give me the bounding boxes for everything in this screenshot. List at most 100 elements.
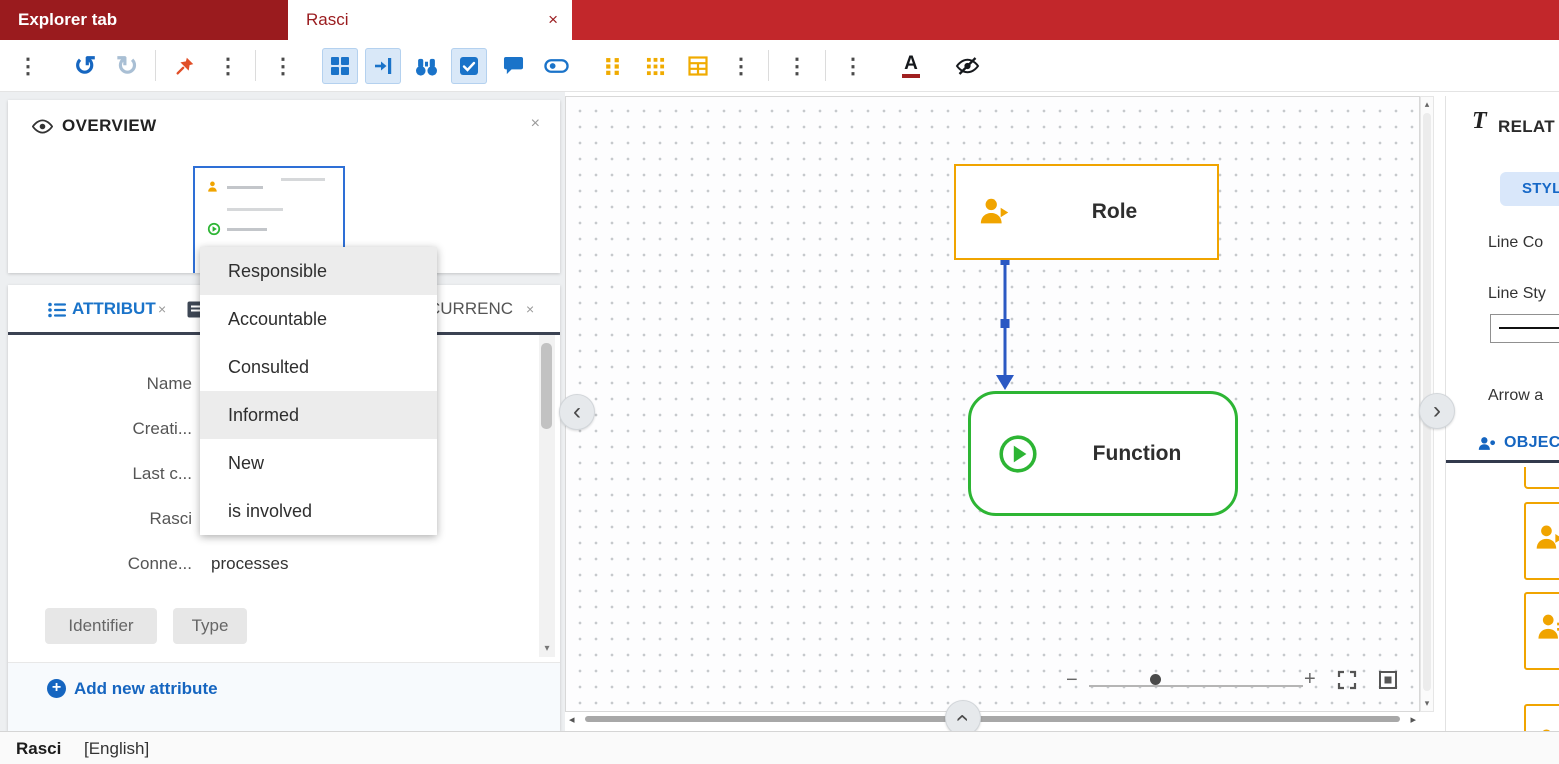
line-style-sample [1499, 327, 1559, 329]
identifier-button[interactable]: Identifier [45, 608, 157, 644]
undo-button[interactable]: ↺ [67, 48, 103, 84]
kebab-icon: ⋮ [731, 56, 752, 77]
dropdown-item-accountable[interactable]: Accountable [200, 295, 437, 343]
eye-slash-icon [955, 56, 980, 76]
object-tile-person-type[interactable] [1524, 592, 1559, 670]
collapse-right-panel-button[interactable]: › [1419, 393, 1455, 429]
binoculars-search-button[interactable] [408, 48, 444, 84]
tab-attributes[interactable]: ATTRIBUT [72, 299, 156, 319]
close-icon[interactable]: × [531, 116, 540, 132]
zoom-slider[interactable] [1089, 685, 1303, 687]
scroll-down-icon[interactable]: ▾ [1421, 698, 1433, 709]
overflow-menu-button[interactable]: ⋮ [10, 48, 46, 84]
grid-dots-2x3-icon [605, 57, 620, 76]
tab-style[interactable]: STYL [1500, 172, 1559, 206]
checkbox-button[interactable] [451, 48, 487, 84]
overflow-menu-button[interactable]: ⋮ [779, 48, 815, 84]
zoom-slider-knob[interactable] [1150, 674, 1161, 685]
canvas-horizontal-scrollbar[interactable]: ◂ ▸ [565, 711, 1420, 727]
status-model-name: Rasci [16, 739, 61, 759]
function-play-icon [997, 433, 1039, 475]
overview-panel-title: OVERVIEW [62, 116, 157, 136]
kebab-icon: ⋮ [843, 56, 864, 77]
model-canvas[interactable]: Role Function − + [565, 96, 1420, 712]
redo-button[interactable]: ↻ [109, 48, 145, 84]
status-bar: Rasci [English] [0, 731, 1559, 764]
zoom-in-button[interactable]: + [1304, 669, 1316, 689]
toolbar-separator [255, 50, 256, 81]
scroll-down-icon[interactable]: ▾ [539, 643, 555, 654]
overflow-menu-button[interactable]: ⋮ [210, 48, 246, 84]
function-node[interactable]: Function [968, 391, 1238, 516]
matrix-large-button[interactable] [637, 48, 673, 84]
scroll-left-icon[interactable]: ◂ [569, 713, 575, 726]
toolbar-separator [825, 50, 826, 81]
pin-icon [174, 55, 196, 77]
zoom-out-button[interactable]: − [1066, 670, 1078, 690]
object-tile-partial[interactable] [1524, 467, 1559, 489]
attribute-label: Last c... [8, 464, 192, 484]
status-language-selector[interactable]: [English] [84, 739, 149, 759]
overflow-menu-button[interactable]: ⋮ [723, 48, 759, 84]
toolbar: ⋮ ↺ ↻ ⋮ ⋮ [0, 40, 1559, 92]
overflow-menu-button[interactable]: ⋮ [265, 48, 301, 84]
layout-grid-button[interactable] [322, 48, 358, 84]
collapse-left-panel-button[interactable]: ‹ [559, 394, 595, 430]
matrix-small-button[interactable] [594, 48, 630, 84]
line-color-label: Line Co [1488, 234, 1543, 252]
attribute-value-cell[interactable]: processes [211, 554, 538, 574]
close-icon[interactable]: × [526, 302, 534, 316]
tab-explorer[interactable]: Explorer tab [0, 0, 288, 40]
dropdown-item-consulted[interactable]: Consulted [200, 343, 437, 391]
kebab-icon: ⋮ [18, 56, 39, 77]
format-text-icon: T [1472, 108, 1487, 135]
tab-currency[interactable]: CURRENC [428, 299, 513, 319]
hide-attributes-button[interactable] [949, 48, 985, 84]
objects-icon [1478, 436, 1497, 451]
arrow-label: Arrow a [1488, 387, 1543, 405]
close-icon[interactable]: × [548, 0, 558, 40]
object-tile-partial[interactable] [1524, 704, 1559, 731]
font-color-button[interactable]: A [893, 48, 929, 84]
kebab-icon: ⋮ [273, 56, 294, 77]
comment-button[interactable] [495, 48, 531, 84]
toggle-switch-icon [544, 57, 569, 75]
mini-text-line [227, 228, 267, 231]
mini-function-icon [207, 222, 221, 236]
attributes-footer: + Add new attribute [8, 662, 560, 731]
table-view-button[interactable] [680, 48, 716, 84]
frame-view-icon[interactable] [1378, 670, 1398, 690]
object-tile-role[interactable] [1524, 502, 1559, 580]
table-grid-icon [688, 56, 708, 76]
mini-text-line [281, 178, 325, 181]
dropdown-item-informed[interactable]: Informed [200, 391, 437, 439]
line-style-label: Line Sty [1488, 285, 1546, 303]
role-node[interactable]: Role [954, 164, 1219, 260]
fit-to-screen-icon[interactable] [1337, 670, 1357, 690]
comment-bubble-icon [503, 56, 524, 76]
scrollbar-thumb[interactable] [585, 716, 1400, 722]
attributes-scrollbar[interactable]: ▾ [539, 335, 555, 657]
toggle-button[interactable] [538, 48, 574, 84]
kebab-icon: ⋮ [218, 56, 239, 77]
dropdown-item-is-involved[interactable]: is involved [200, 487, 437, 535]
add-new-attribute-link[interactable]: Add new attribute [74, 679, 218, 699]
scroll-up-icon[interactable]: ▴ [1421, 99, 1433, 110]
snap-to-edge-button[interactable] [365, 48, 401, 84]
line-style-preview[interactable] [1490, 314, 1559, 343]
function-node-label: Function [1039, 442, 1235, 466]
dropdown-item-new[interactable]: New [200, 439, 437, 487]
overflow-menu-button[interactable]: ⋮ [835, 48, 871, 84]
dropdown-item-responsible[interactable]: Responsible [200, 247, 437, 295]
scroll-right-icon[interactable]: ▸ [1410, 713, 1416, 726]
chevron-left-icon: ‹ [573, 398, 581, 426]
close-icon[interactable]: × [158, 302, 166, 316]
tab-model-rasci[interactable]: Rasci × [288, 0, 572, 40]
table-row: Conne... processes [8, 541, 538, 586]
pin-button[interactable] [167, 48, 203, 84]
role-node-label: Role [1012, 200, 1217, 224]
chevron-up-icon: ‹ [949, 714, 977, 722]
scrollbar-thumb[interactable] [541, 343, 552, 429]
type-button[interactable]: Type [173, 608, 247, 644]
attribute-label: Conne... [8, 554, 192, 574]
